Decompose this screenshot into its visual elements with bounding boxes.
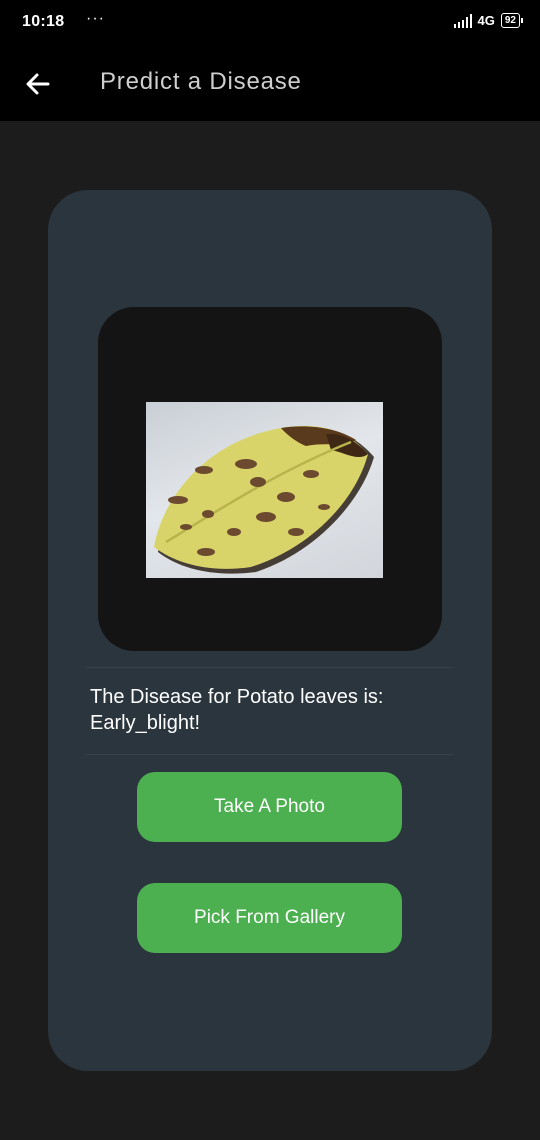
leaf-image-frame <box>98 307 442 651</box>
battery-icon: 92 <box>500 13 524 28</box>
take-photo-button[interactable]: Take A Photo <box>137 772 402 842</box>
divider-top <box>86 667 454 668</box>
pick-from-gallery-button[interactable]: Pick From Gallery <box>137 883 402 953</box>
app-bar: Predict a Disease <box>0 48 540 121</box>
back-arrow-icon[interactable] <box>24 70 52 98</box>
leaf-photo <box>146 402 383 578</box>
status-indicators: 4G 92 <box>453 13 524 28</box>
potato-leaf-image <box>154 425 374 574</box>
status-time: 10:18 <box>22 13 65 30</box>
prediction-card: The Disease for Potato leaves is: Early_… <box>48 190 492 1071</box>
network-type: 4G <box>477 13 495 28</box>
prediction-result: The Disease for Potato leaves is: Early_… <box>90 686 384 734</box>
more-notifications-icon: ··· <box>86 10 105 27</box>
page-title: Predict a Disease <box>100 68 302 95</box>
signal-icon <box>453 13 472 28</box>
divider-bottom <box>86 754 454 755</box>
status-bar: 10:18 ··· 4G 92 <box>0 0 540 48</box>
